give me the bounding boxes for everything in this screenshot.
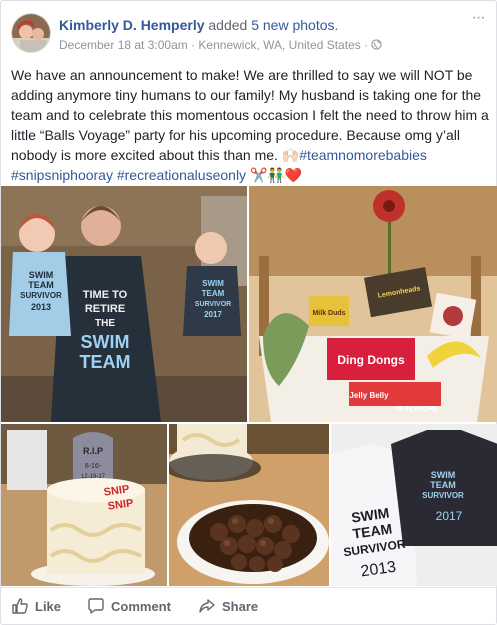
candy-label: 40 FLAVORS xyxy=(396,406,439,413)
tombstone-text: R.I.P xyxy=(83,446,103,456)
photo-candy-basket[interactable]: Milk Duds Lemonheads Ding Dongs Jelly Be… xyxy=(249,186,497,422)
post-actions: Like Comment Share xyxy=(1,587,497,625)
photo-cake[interactable]: R.I.P 8-16- 12-18-17 SNIP SNIP xyxy=(1,424,167,586)
shirt-text-line: SURVIVOR xyxy=(20,291,62,300)
like-label: Like xyxy=(35,599,62,614)
hashtag-link[interactable]: #recreationaluseonly xyxy=(117,167,246,183)
post-title-line: Kimberly D. Hemperly added 5 new photos. xyxy=(59,16,459,34)
shirt-text-line: SURVIVOR xyxy=(195,301,231,308)
shirt-text-line: TEAM xyxy=(80,352,131,372)
hashtag-link[interactable]: #teamnomorebabies xyxy=(299,147,427,163)
comment-button[interactable]: Comment xyxy=(87,596,171,618)
like-button[interactable]: Like xyxy=(11,596,61,618)
post-body: We have an announcement to make! We are … xyxy=(11,65,489,185)
more-options-icon[interactable]: ··· xyxy=(468,10,488,27)
shirt-text-line: TEAM xyxy=(202,289,225,298)
shirt-text-line: RETIRE xyxy=(85,303,125,315)
photo-onesies[interactable]: SWIM TEAM SURVIVOR 2017 SWIM TEAM SURVIV… xyxy=(331,424,497,586)
avatar[interactable] xyxy=(11,13,51,53)
globe-icon[interactable] xyxy=(371,38,383,50)
share-label: Share xyxy=(222,599,259,614)
period: . xyxy=(334,17,339,33)
candy-label: Milk Duds xyxy=(312,310,345,317)
post-subtitle-line: December 18 at 3:00am · Kennewick, WA, U… xyxy=(59,37,459,53)
photo-grid: TIME TO RETIRE THE SWIM TEAM SWIM TEAM S… xyxy=(1,186,497,586)
shirt-text-line: SWIM xyxy=(29,270,54,280)
onesie-text: SURVIVOR xyxy=(422,491,464,500)
onesie-text: 2017 xyxy=(436,509,463,523)
comment-icon xyxy=(88,598,104,614)
candy-label: Ding Dongs xyxy=(337,353,405,367)
shirt-text-line: THE xyxy=(95,318,115,329)
post-location[interactable]: Kennewick, WA, United States xyxy=(198,38,360,52)
post-meta: Kimberly D. Hemperly added 5 new photos.… xyxy=(59,16,459,53)
added-photos-link[interactable]: 5 new photos xyxy=(251,17,334,33)
shirt-text-line: TIME TO xyxy=(83,289,128,301)
post-emojis: ✂️👬❤️ xyxy=(249,167,303,183)
onesie-text: SWIM xyxy=(431,470,456,480)
shirt-text-line: SWIM xyxy=(81,332,130,352)
shirt-text-line: 2017 xyxy=(204,310,222,319)
candy-label: Jelly Belly xyxy=(349,391,389,400)
author-name[interactable]: Kimberly D. Hemperly xyxy=(59,17,205,33)
thumbs-up-icon xyxy=(12,598,28,614)
share-button[interactable]: Share xyxy=(198,596,258,618)
shirt-text-line: SWIM xyxy=(202,279,224,288)
shirt-text-line: 2013 xyxy=(31,302,51,312)
separator: · xyxy=(187,38,199,52)
comment-label: Comment xyxy=(111,599,171,614)
photo-family[interactable]: TIME TO RETIRE THE SWIM TEAM SWIM TEAM S… xyxy=(1,186,247,422)
facebook-post: Kimberly D. Hemperly added 5 new photos.… xyxy=(0,0,497,625)
share-icon xyxy=(199,599,215,613)
separator: · xyxy=(360,38,372,52)
action-text: added xyxy=(204,17,252,33)
post-header: Kimberly D. Hemperly added 5 new photos.… xyxy=(11,10,488,55)
tombstone-text: 8-16- xyxy=(85,463,102,470)
hashtag-link[interactable]: #snipsniphooray xyxy=(11,167,113,183)
post-date[interactable]: December 18 at 3:00am xyxy=(59,38,188,52)
onesie-text: TEAM xyxy=(430,480,456,490)
photo-meatballs[interactable] xyxy=(169,424,329,586)
shirt-text-line: TEAM xyxy=(28,280,54,290)
